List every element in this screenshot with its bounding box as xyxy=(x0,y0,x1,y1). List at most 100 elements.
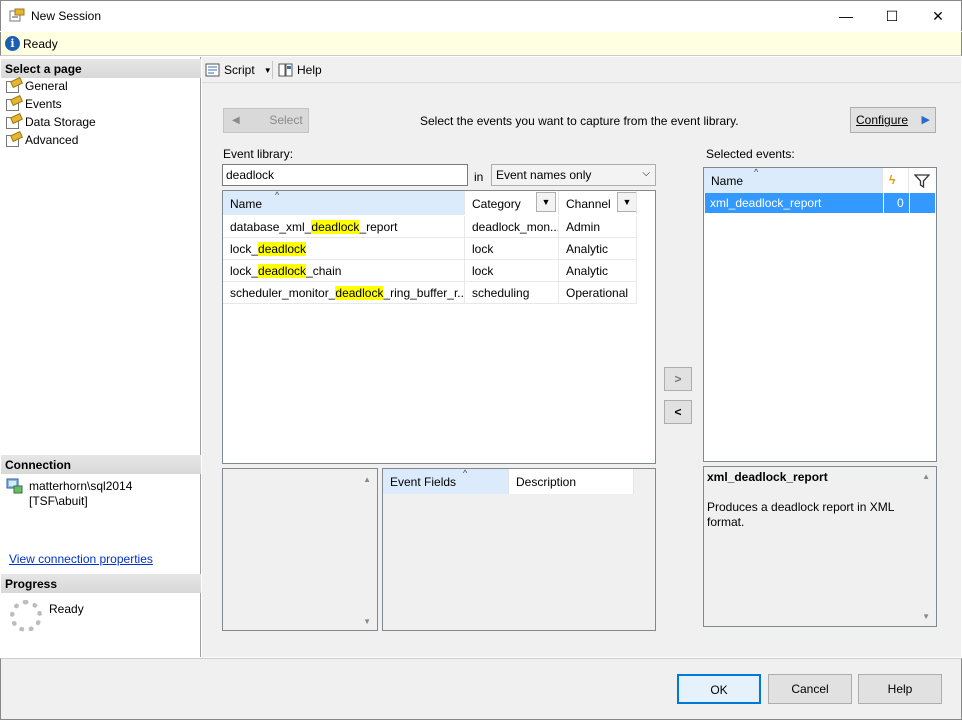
window-title: New Session xyxy=(31,9,102,23)
add-event-button[interactable]: > xyxy=(664,367,692,391)
event-fields-grid: Event Fields ^ Description xyxy=(382,468,656,631)
sort-asc-icon: ^ xyxy=(463,469,468,478)
cell-divider xyxy=(909,193,910,213)
selected-event-row[interactable]: xml_deadlock_report 0 xyxy=(705,193,935,213)
toolbar: Script ▼ Help xyxy=(202,57,961,83)
col-event-fields-label: Event Fields xyxy=(390,475,457,489)
page-icon xyxy=(5,79,21,93)
page-icon xyxy=(5,133,21,147)
right-arrow-icon: ▶ xyxy=(921,114,930,126)
progress-header: Progress xyxy=(1,574,201,593)
server-icon xyxy=(6,478,23,494)
event-channel-cell: Admin xyxy=(559,216,637,238)
search-scope-value: Event names only xyxy=(496,168,592,182)
configure-button[interactable]: Configure ▶ xyxy=(850,107,936,133)
connection-user: [TSF\abuit] xyxy=(29,494,88,508)
remove-event-button[interactable]: < xyxy=(664,400,692,424)
script-button[interactable]: Script ▼ xyxy=(205,61,272,79)
event-category-cell: lock xyxy=(465,238,559,260)
page-icon xyxy=(5,115,21,129)
page-icon xyxy=(5,97,21,111)
progress-spinner-icon xyxy=(10,600,42,632)
instruction-text: Select the events you want to capture fr… xyxy=(420,114,739,128)
page-general[interactable]: General xyxy=(5,77,68,95)
table-row[interactable]: scheduler_monitor_deadlock_ring_buffer_r… xyxy=(223,282,637,304)
channel-filter-dropdown[interactable]: ▼ xyxy=(617,192,636,212)
ok-button[interactable]: OK xyxy=(677,674,761,704)
selected-col-name-label: Name xyxy=(711,174,744,188)
page-data-storage-label: Data Storage xyxy=(25,115,96,129)
selected-col-name-header[interactable]: Name ^ xyxy=(704,168,883,193)
table-row[interactable]: lock_deadlock lock Analytic xyxy=(223,238,637,260)
in-label: in xyxy=(474,170,484,184)
help-button[interactable]: Help xyxy=(858,674,942,704)
filter-icon[interactable] xyxy=(914,174,930,188)
search-scope-select[interactable]: Event names only ⌵ xyxy=(491,164,656,186)
col-description-label: Description xyxy=(516,475,577,489)
page-advanced[interactable]: Advanced xyxy=(5,131,78,149)
col-event-fields-header[interactable]: Event Fields ^ xyxy=(383,469,509,494)
col-description-header[interactable]: Description xyxy=(509,469,634,494)
page-events[interactable]: Events xyxy=(5,95,62,113)
close-button[interactable]: ✕ xyxy=(915,1,961,31)
help-toolbar-label: Help xyxy=(297,63,322,77)
page-data-storage[interactable]: Data Storage xyxy=(5,113,96,131)
sort-asc-icon: ^ xyxy=(754,168,759,177)
category-filter-dropdown[interactable]: ▼ xyxy=(536,192,556,212)
event-category-cell: deadlock_mon... xyxy=(465,216,559,238)
scroll-up-icon[interactable]: ▲ xyxy=(922,472,930,481)
info-icon: i xyxy=(5,36,20,51)
scroll-down-icon[interactable]: ▼ xyxy=(922,612,930,621)
col-channel-label: Channel xyxy=(566,197,611,211)
event-category-cell: lock xyxy=(465,260,559,282)
script-icon xyxy=(205,63,220,77)
connection-server: matterhorn\sql2014 xyxy=(29,479,133,493)
event-channel-cell: Analytic xyxy=(559,260,637,282)
page-advanced-label: Advanced xyxy=(25,133,79,147)
page-general-label: General xyxy=(25,79,68,93)
selected-event-name: xml_deadlock_report xyxy=(710,196,822,210)
event-name-cell: database_xml_deadlock_report xyxy=(223,216,465,238)
app-icon xyxy=(9,8,25,22)
col-name-header[interactable]: Name ^ xyxy=(223,191,465,215)
scroll-down-icon[interactable]: ▼ xyxy=(363,617,371,626)
dialog-button-bar: OK Cancel Help xyxy=(0,658,962,720)
status-text: Ready xyxy=(23,37,58,51)
help-book-icon xyxy=(278,63,293,77)
event-search-input[interactable]: deadlock xyxy=(222,164,468,186)
page-events-label: Events xyxy=(25,97,62,111)
cancel-button[interactable]: Cancel xyxy=(768,674,852,704)
sort-asc-icon: ^ xyxy=(275,191,280,200)
event-channel-cell: Operational xyxy=(559,282,637,304)
table-row[interactable]: lock_deadlock_chain lock Analytic xyxy=(223,260,637,282)
event-tree-panel: ▲ ▼ xyxy=(222,468,378,631)
detail-title: xml_deadlock_report xyxy=(707,470,828,484)
col-category-label: Category xyxy=(472,197,521,211)
main-panel: Script ▼ Help ◀ Select Select the events… xyxy=(202,57,961,657)
view-connection-properties-link[interactable]: View connection properties xyxy=(9,552,153,566)
cell-divider xyxy=(883,193,884,213)
col-channel-header[interactable]: Channel ▼ xyxy=(559,191,637,215)
left-panel: Select a page General Events Data Storag… xyxy=(1,57,201,657)
event-library-label: Event library: xyxy=(223,147,294,161)
status-bar: i Ready xyxy=(0,32,962,56)
chevron-down-icon: ⌵ xyxy=(642,168,650,179)
select-button-label: Select xyxy=(269,113,303,127)
lightning-icon[interactable]: ϟ xyxy=(883,168,909,193)
event-category-cell: scheduling xyxy=(465,282,559,304)
help-toolbar-button[interactable]: Help xyxy=(278,61,322,79)
left-arrow-icon: ◀ xyxy=(232,115,240,126)
col-category-header[interactable]: Category ▼ xyxy=(465,191,559,215)
select-button[interactable]: ◀ Select xyxy=(223,108,309,133)
title-bar: New Session — ☐ ✕ xyxy=(0,0,962,31)
maximize-button[interactable]: ☐ xyxy=(869,1,915,31)
selected-events-grid: Name ^ ϟ xml_deadlock_report 0 xyxy=(703,167,937,462)
configure-label: Configure xyxy=(856,113,909,127)
minimize-button[interactable]: — xyxy=(823,1,869,31)
scroll-up-icon[interactable]: ▲ xyxy=(363,475,371,484)
table-row[interactable]: database_xml_deadlock_report deadlock_mo… xyxy=(223,216,637,238)
event-description-panel: xml_deadlock_report Produces a deadlock … xyxy=(703,466,937,627)
event-library-grid: Name ^ Category ▼ Channel ▼ database_xml… xyxy=(222,190,656,464)
event-name-cell: lock_deadlock xyxy=(223,238,465,260)
connection-header: Connection xyxy=(1,455,201,474)
